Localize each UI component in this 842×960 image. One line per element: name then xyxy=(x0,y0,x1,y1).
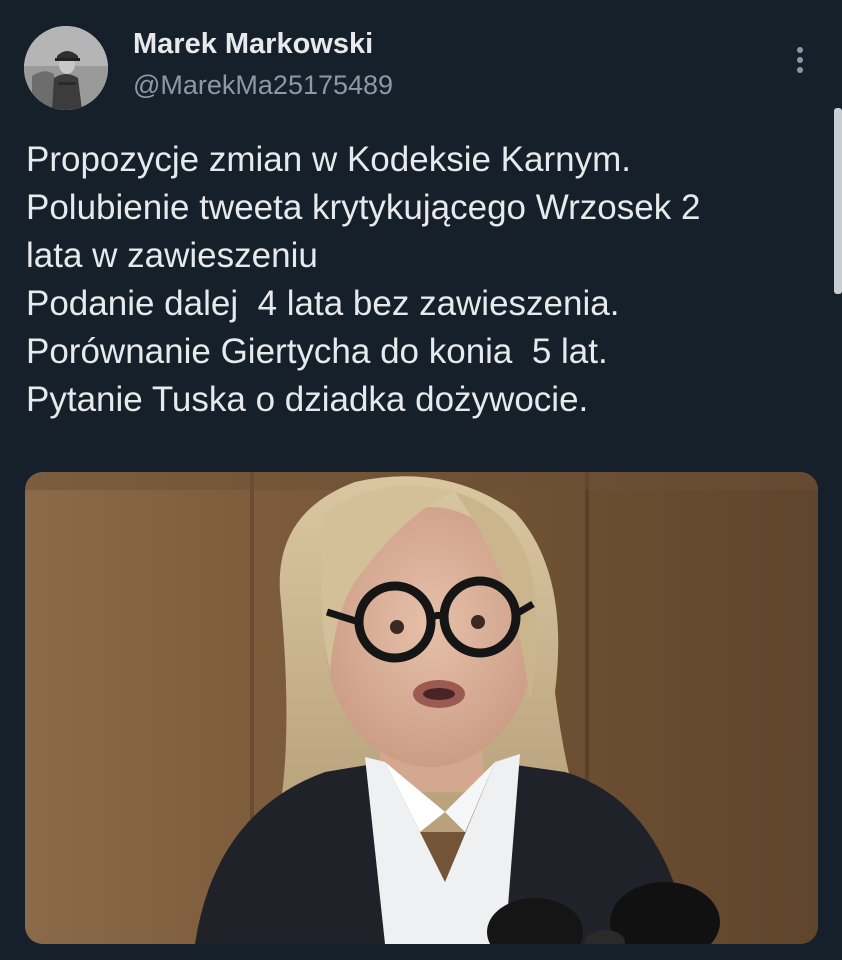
tweet-text-line: Porównanie Giertycha do konia 5 lat. xyxy=(26,332,608,371)
tweet-card: Marek Markowski @MarekMa25175489 Propozy… xyxy=(0,0,842,960)
avatar[interactable] xyxy=(24,26,108,110)
tweet-text-line: Podanie dalej 4 lata bez zawieszenia. xyxy=(26,284,620,323)
tweet-text-line: lata w zawieszeniu xyxy=(26,236,318,275)
tweet-text: Propozycje zmian w Kodeksie Karnym. Polu… xyxy=(26,136,826,424)
avatar-image xyxy=(24,26,108,110)
tweet-text-line: Pytanie Tuska o dziadka dożywocie. xyxy=(26,380,589,419)
display-name[interactable]: Marek Markowski xyxy=(133,28,373,61)
tweet-media-image[interactable] xyxy=(25,472,818,944)
scrollbar[interactable] xyxy=(834,108,842,294)
more-vertical-icon xyxy=(797,47,803,73)
user-handle[interactable]: @MarekMa25175489 xyxy=(133,70,393,101)
tweet-text-line: Propozycje zmian w Kodeksie Karnym. xyxy=(26,140,631,179)
photo-woman-with-glasses xyxy=(25,472,818,944)
tweet-text-line: Polubienie tweeta krytykującego Wrzosek … xyxy=(26,188,701,227)
more-options-button[interactable] xyxy=(786,40,814,80)
